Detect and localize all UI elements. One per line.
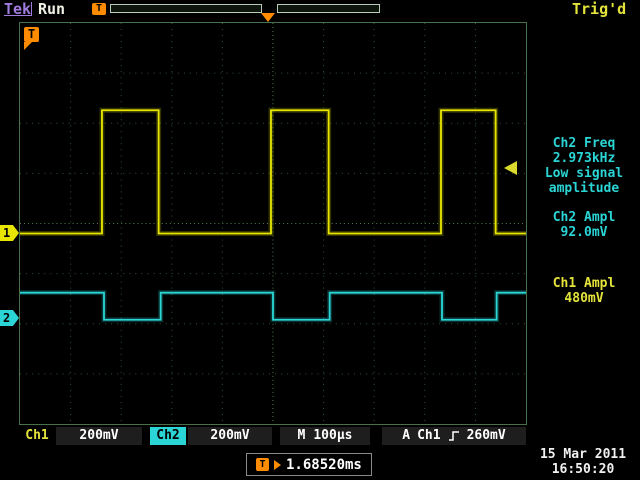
trigger-marker-icon: T	[92, 3, 106, 15]
ch2-ground-marker: 2	[0, 310, 19, 326]
timebase-label: M	[298, 427, 306, 445]
measurement-label: Ch2 Freq	[528, 136, 640, 151]
trigger-t-marker: T	[24, 27, 39, 42]
ch2-scale-readout: 200mV	[188, 427, 272, 445]
trigger-readout: A Ch1 260mV	[382, 427, 526, 445]
measurement-value: 92.0mV	[528, 225, 640, 240]
brand-divider	[31, 2, 32, 16]
tek-logo: Tek	[4, 0, 31, 18]
timebase-value: 100µs	[313, 427, 352, 445]
ch2-readout-label: Ch2	[150, 427, 186, 445]
measurement-label: Ch2 Ampl	[528, 210, 640, 225]
trigger-t-marker-tail-icon	[24, 42, 32, 50]
graticule	[19, 22, 527, 425]
trigger-level-value: 260mV	[467, 427, 506, 445]
measurement-value: 2.973kHz	[528, 151, 640, 166]
record-view-bar-right	[277, 4, 380, 13]
date-display: 15 Mar 2011	[526, 447, 640, 462]
oscilloscope-screen: Tek Run T Trig'd T	[0, 0, 640, 480]
ch1-readout-label: Ch1	[20, 427, 54, 445]
measurement-ch2-freq: Ch2 Freq 2.973kHz Low signal amplitude	[528, 136, 640, 196]
measurement-ch2-ampl: Ch2 Ampl 92.0mV	[528, 210, 640, 240]
measurement-warning-line2: amplitude	[528, 181, 640, 196]
measurement-warning-line1: Low signal	[528, 166, 640, 181]
trigger-source: Ch1	[417, 427, 440, 445]
trigger-level-arrow-icon	[504, 161, 517, 175]
trigger-status: Trig'd	[572, 0, 626, 18]
measurement-label: Ch1 Ampl	[528, 276, 640, 291]
time-display: 16:50:20	[526, 462, 640, 477]
trigger-position-arrow-icon	[261, 13, 275, 22]
timebase-readout: M 100µs	[280, 427, 370, 445]
waveform-display	[20, 23, 526, 424]
trigger-position-value: 1.68520ms	[286, 457, 362, 473]
ch2-waveform	[20, 293, 526, 320]
ch1-scale-readout: 200mV	[56, 427, 142, 445]
trigger-mode: A	[402, 427, 410, 445]
ch1-waveform-glow	[20, 110, 526, 233]
trigger-position-arrow-right-icon	[274, 460, 281, 470]
rising-edge-icon	[448, 429, 460, 443]
record-view-bar-left	[110, 4, 262, 13]
trigger-position-readout: T 1.68520ms	[246, 453, 372, 476]
acquisition-status: Run	[38, 0, 65, 18]
trigger-position-t-icon: T	[256, 458, 269, 471]
ch1-ground-marker: 1	[0, 225, 19, 241]
measurement-value: 480mV	[528, 291, 640, 306]
measurement-ch1-ampl: Ch1 Ampl 480mV	[528, 276, 640, 306]
